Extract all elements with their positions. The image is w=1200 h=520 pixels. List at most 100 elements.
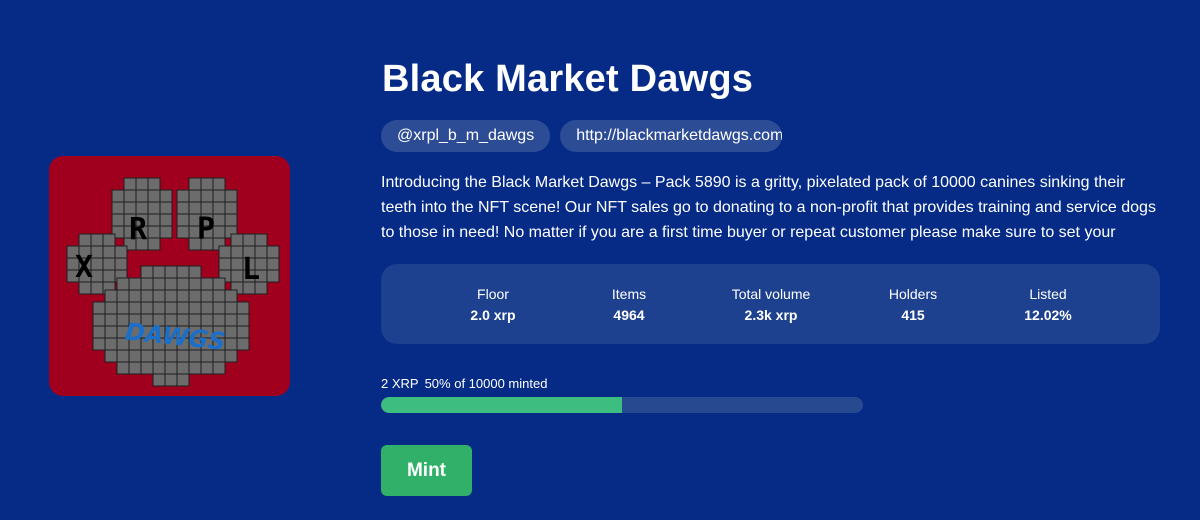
paw-pixel (92, 325, 106, 339)
paw-pixel (140, 265, 154, 279)
paw-pixel (200, 289, 214, 303)
paw-pixel (236, 325, 250, 339)
stat-value: 2.3k xrp (744, 307, 798, 323)
paw-pixel (188, 265, 202, 279)
paw-pixel (147, 201, 161, 215)
paw-pixel (164, 289, 178, 303)
mint-progress-bar (381, 397, 863, 413)
stat-value: 4964 (613, 307, 645, 323)
collection-logo: R P X L DAWGS (49, 156, 290, 396)
paw-pixel (104, 313, 118, 327)
paw-pixel (116, 301, 130, 315)
paw-pixel (92, 301, 106, 315)
paw-pixel (152, 265, 166, 279)
paw-pixel (200, 361, 214, 375)
paw-pixel (164, 277, 178, 291)
paw-pixel (212, 361, 226, 375)
stat-value: 2.0 xrp (470, 307, 516, 323)
collection-description: Introducing the Black Market Dawgs – Pac… (381, 174, 1156, 241)
stat-floor: Floor 2.0 xrp (423, 286, 563, 323)
paw-pixel (147, 189, 161, 203)
paw-pixel (111, 201, 125, 215)
paw-pixel (176, 277, 190, 291)
paw-pixel (188, 361, 202, 375)
paw-pixel (236, 313, 250, 327)
mint-info: 2 XRP 50% of 10000 minted (381, 376, 553, 391)
website-link-chip[interactable]: http://blackmarketdawgs.com (560, 120, 783, 152)
paw-pixel (102, 257, 116, 271)
paw-pixel (140, 289, 154, 303)
paw-pixel (116, 349, 130, 363)
paw-pixel (147, 237, 161, 251)
paw-pixel (176, 213, 190, 227)
paw-pixel (92, 313, 106, 327)
paw-pixel (236, 337, 250, 351)
paw-pixel (152, 301, 166, 315)
mint-button[interactable]: Mint (381, 445, 472, 496)
paw-pixel (140, 301, 154, 315)
stat-label: Holders (888, 286, 938, 302)
paw-pixel (102, 269, 116, 283)
paw-pixel (176, 373, 190, 387)
stat-value: 12.02% (1024, 307, 1072, 323)
paw-pixel (152, 349, 166, 363)
paw-pixel (176, 201, 190, 215)
paw-pixel (152, 277, 166, 291)
paw-pixel (218, 245, 232, 259)
paw-pixel (200, 301, 214, 315)
paw-pixel (92, 337, 106, 351)
stats-panel: Floor 2.0 xrp Items 4964 Total volume 2.… (381, 264, 1160, 344)
paw-pixel (242, 233, 256, 247)
logo-letter-p: P (197, 212, 215, 247)
paw-pixel (200, 277, 214, 291)
stat-label: Floor (477, 286, 509, 302)
paw-pixel (104, 301, 118, 315)
paw-pixel (224, 349, 238, 363)
paw-pixel (188, 177, 202, 191)
paw-pixel (140, 349, 154, 363)
paw-pixel (266, 257, 280, 271)
paw-pixel (200, 177, 214, 191)
stat-holders: Holders 415 (843, 286, 983, 323)
paw-pixel (218, 257, 232, 271)
paw-pixel (164, 373, 178, 387)
paw-pixel (212, 277, 226, 291)
stat-label: Total volume (731, 286, 811, 302)
paw-pixel (78, 233, 92, 247)
paw-pixel (152, 289, 166, 303)
paw-pixel (224, 201, 238, 215)
stat-label: Items (611, 286, 647, 302)
paw-pixel (224, 313, 238, 327)
paw-pixel (128, 289, 142, 303)
paw-pixel (164, 349, 178, 363)
paw-pixel (104, 349, 118, 363)
stat-value: 415 (901, 307, 925, 323)
paw-pixel (212, 313, 226, 327)
paw-pixel (116, 289, 130, 303)
paw-pixel (164, 301, 178, 315)
paw-pixel (152, 373, 166, 387)
stat-listed: Listed 12.02% (978, 286, 1118, 323)
paw-pixel (135, 189, 149, 203)
collection-title: Black Market Dawgs (382, 58, 754, 100)
paw-pixel (164, 361, 178, 375)
paw-pixel (111, 213, 125, 227)
mint-progress-fill (381, 397, 622, 413)
paw-pixel (212, 289, 226, 303)
paw-pixel-art-image: R P X L DAWGS (66, 177, 280, 387)
paw-pixel (200, 189, 214, 203)
paw-pixel (159, 189, 173, 203)
stat-total-volume: Total volume 2.3k xrp (701, 286, 841, 323)
paw-pixel (176, 265, 190, 279)
paw-pixel (116, 361, 130, 375)
paw-pixel (114, 245, 128, 259)
paw-pixel (254, 233, 268, 247)
paw-pixel (128, 361, 142, 375)
paw-pixel (90, 233, 104, 247)
paw-pixel (230, 233, 244, 247)
twitter-handle-chip[interactable]: @xrpl_b_m_dawgs (381, 120, 551, 152)
paw-pixel (123, 177, 137, 191)
paw-pixel (266, 269, 280, 283)
paw-pixel (104, 325, 118, 339)
paw-pixel (128, 301, 142, 315)
